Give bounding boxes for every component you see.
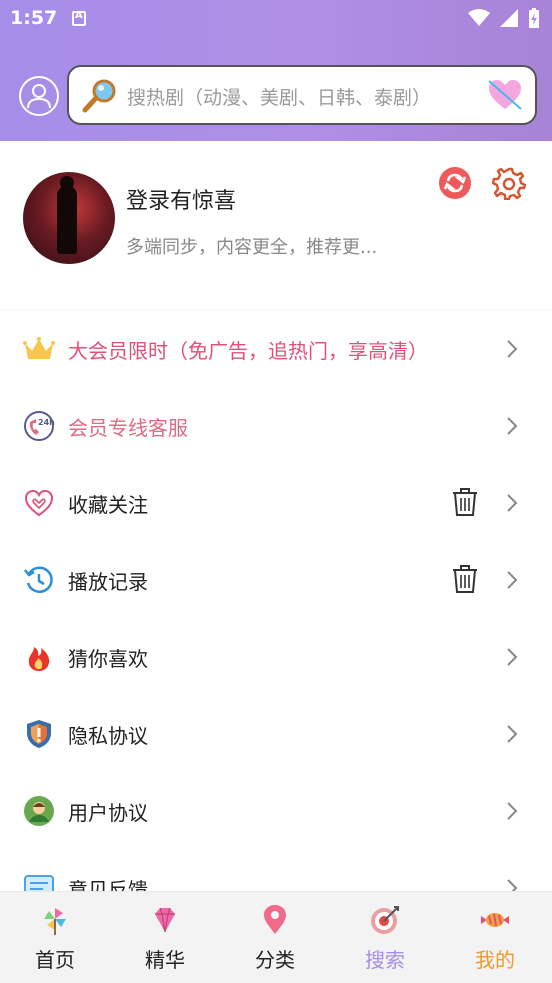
trash-icon[interactable] (451, 487, 479, 517)
battery-icon (529, 8, 539, 28)
nav-label: 我的 (475, 948, 515, 972)
nav-tab-search[interactable]: 搜索 (330, 892, 440, 983)
menu-item-vip-service[interactable]: 24h 会员专线客服 (0, 388, 552, 465)
chevron-right-icon (507, 725, 518, 743)
menu-item-privacy[interactable]: 隐私协议 (0, 696, 552, 773)
nav-tab-mine[interactable]: 我的 (440, 892, 550, 983)
login-avatar-button[interactable] (19, 76, 59, 116)
login-subtitle: 多端同步，内容更全，推荐更... (126, 237, 378, 258)
nav-label: 首页 (35, 948, 75, 972)
chevron-right-icon (507, 879, 518, 891)
nav-tab-home[interactable]: 首页 (0, 892, 110, 983)
menu-list: 大会员限时（免广告，追热门，享高清） 24h 会员专线客服 收藏关注 播放记录 … (0, 311, 552, 891)
menu-item-recommend[interactable]: 猜你喜欢 (0, 619, 552, 696)
sync-icon[interactable] (438, 166, 472, 200)
chevron-right-icon (507, 648, 518, 666)
chevron-right-icon (507, 340, 518, 358)
menu-item-feedback[interactable]: 意见反馈 (0, 850, 552, 891)
shield-icon (27, 720, 51, 748)
menu-item-label: 会员专线客服 (68, 416, 188, 440)
menu-item-vip[interactable]: 大会员限时（免广告，追热门，享高清） (0, 311, 552, 388)
magnifier-search-icon (82, 79, 116, 113)
menu-item-label: 大会员限时（免广告，追热门，享高清） (68, 339, 428, 363)
profile-avatar[interactable] (23, 172, 115, 264)
chevron-right-icon (507, 802, 518, 820)
24h-service-icon: 24h (24, 411, 55, 441)
trash-icon[interactable] (451, 564, 479, 594)
nav-label: 精华 (145, 948, 185, 972)
search-input[interactable]: 搜热剧（动漫、美剧、日韩、泰剧） (67, 65, 537, 125)
header: 1:57 搜热剧（动漫、美剧、日韩、泰剧） (0, 0, 552, 141)
candy-icon (481, 913, 509, 927)
feedback-icon (24, 875, 54, 891)
gear-icon[interactable] (492, 166, 526, 200)
menu-item-favorites[interactable]: 收藏关注 (0, 465, 552, 542)
diamond-icon (155, 907, 175, 933)
heart-arrow-icon[interactable] (487, 77, 523, 113)
profile-card[interactable]: 登录有惊喜 多端同步，内容更全，推荐更... (0, 141, 552, 310)
user-icon (24, 796, 54, 826)
crown-icon (23, 337, 55, 359)
nav-label: 搜索 (365, 948, 405, 972)
menu-item-user-agreement[interactable]: 用户协议 (0, 773, 552, 850)
flame-icon (28, 647, 50, 671)
nav-tab-featured[interactable]: 精华 (110, 892, 220, 983)
history-icon (24, 566, 53, 593)
nav-label: 分类 (255, 948, 295, 972)
menu-item-label: 猜你喜欢 (68, 647, 148, 671)
location-pin-icon (264, 905, 286, 934)
chevron-right-icon (507, 494, 518, 512)
pinwheel-icon (44, 908, 66, 935)
chevron-right-icon (507, 417, 518, 435)
menu-item-label: 收藏关注 (68, 493, 148, 517)
menu-item-label: 意见反馈 (68, 878, 148, 891)
notification-a-icon (72, 10, 86, 26)
user-outline-icon (27, 84, 51, 109)
wifi-icon (468, 9, 490, 26)
search-placeholder: 搜热剧（动漫、美剧、日韩、泰剧） (127, 87, 432, 109)
bottom-nav: 首页 精华 分类 搜索 我的 (0, 891, 552, 983)
menu-item-history[interactable]: 播放记录 (0, 542, 552, 619)
status-bar: 1:57 (0, 0, 552, 40)
login-title[interactable]: 登录有惊喜 (126, 183, 236, 215)
menu-item-label: 隐私协议 (68, 724, 148, 748)
nav-tab-category[interactable]: 分类 (220, 892, 330, 983)
svg-text:24h: 24h (38, 418, 55, 427)
menu-item-label: 播放记录 (68, 570, 148, 594)
menu-item-label: 用户协议 (68, 801, 148, 825)
signal-icon (500, 9, 518, 27)
chevron-right-icon (507, 571, 518, 589)
status-time: 1:57 (10, 7, 58, 29)
heart-outline-icon (24, 489, 54, 517)
target-icon (371, 906, 399, 934)
